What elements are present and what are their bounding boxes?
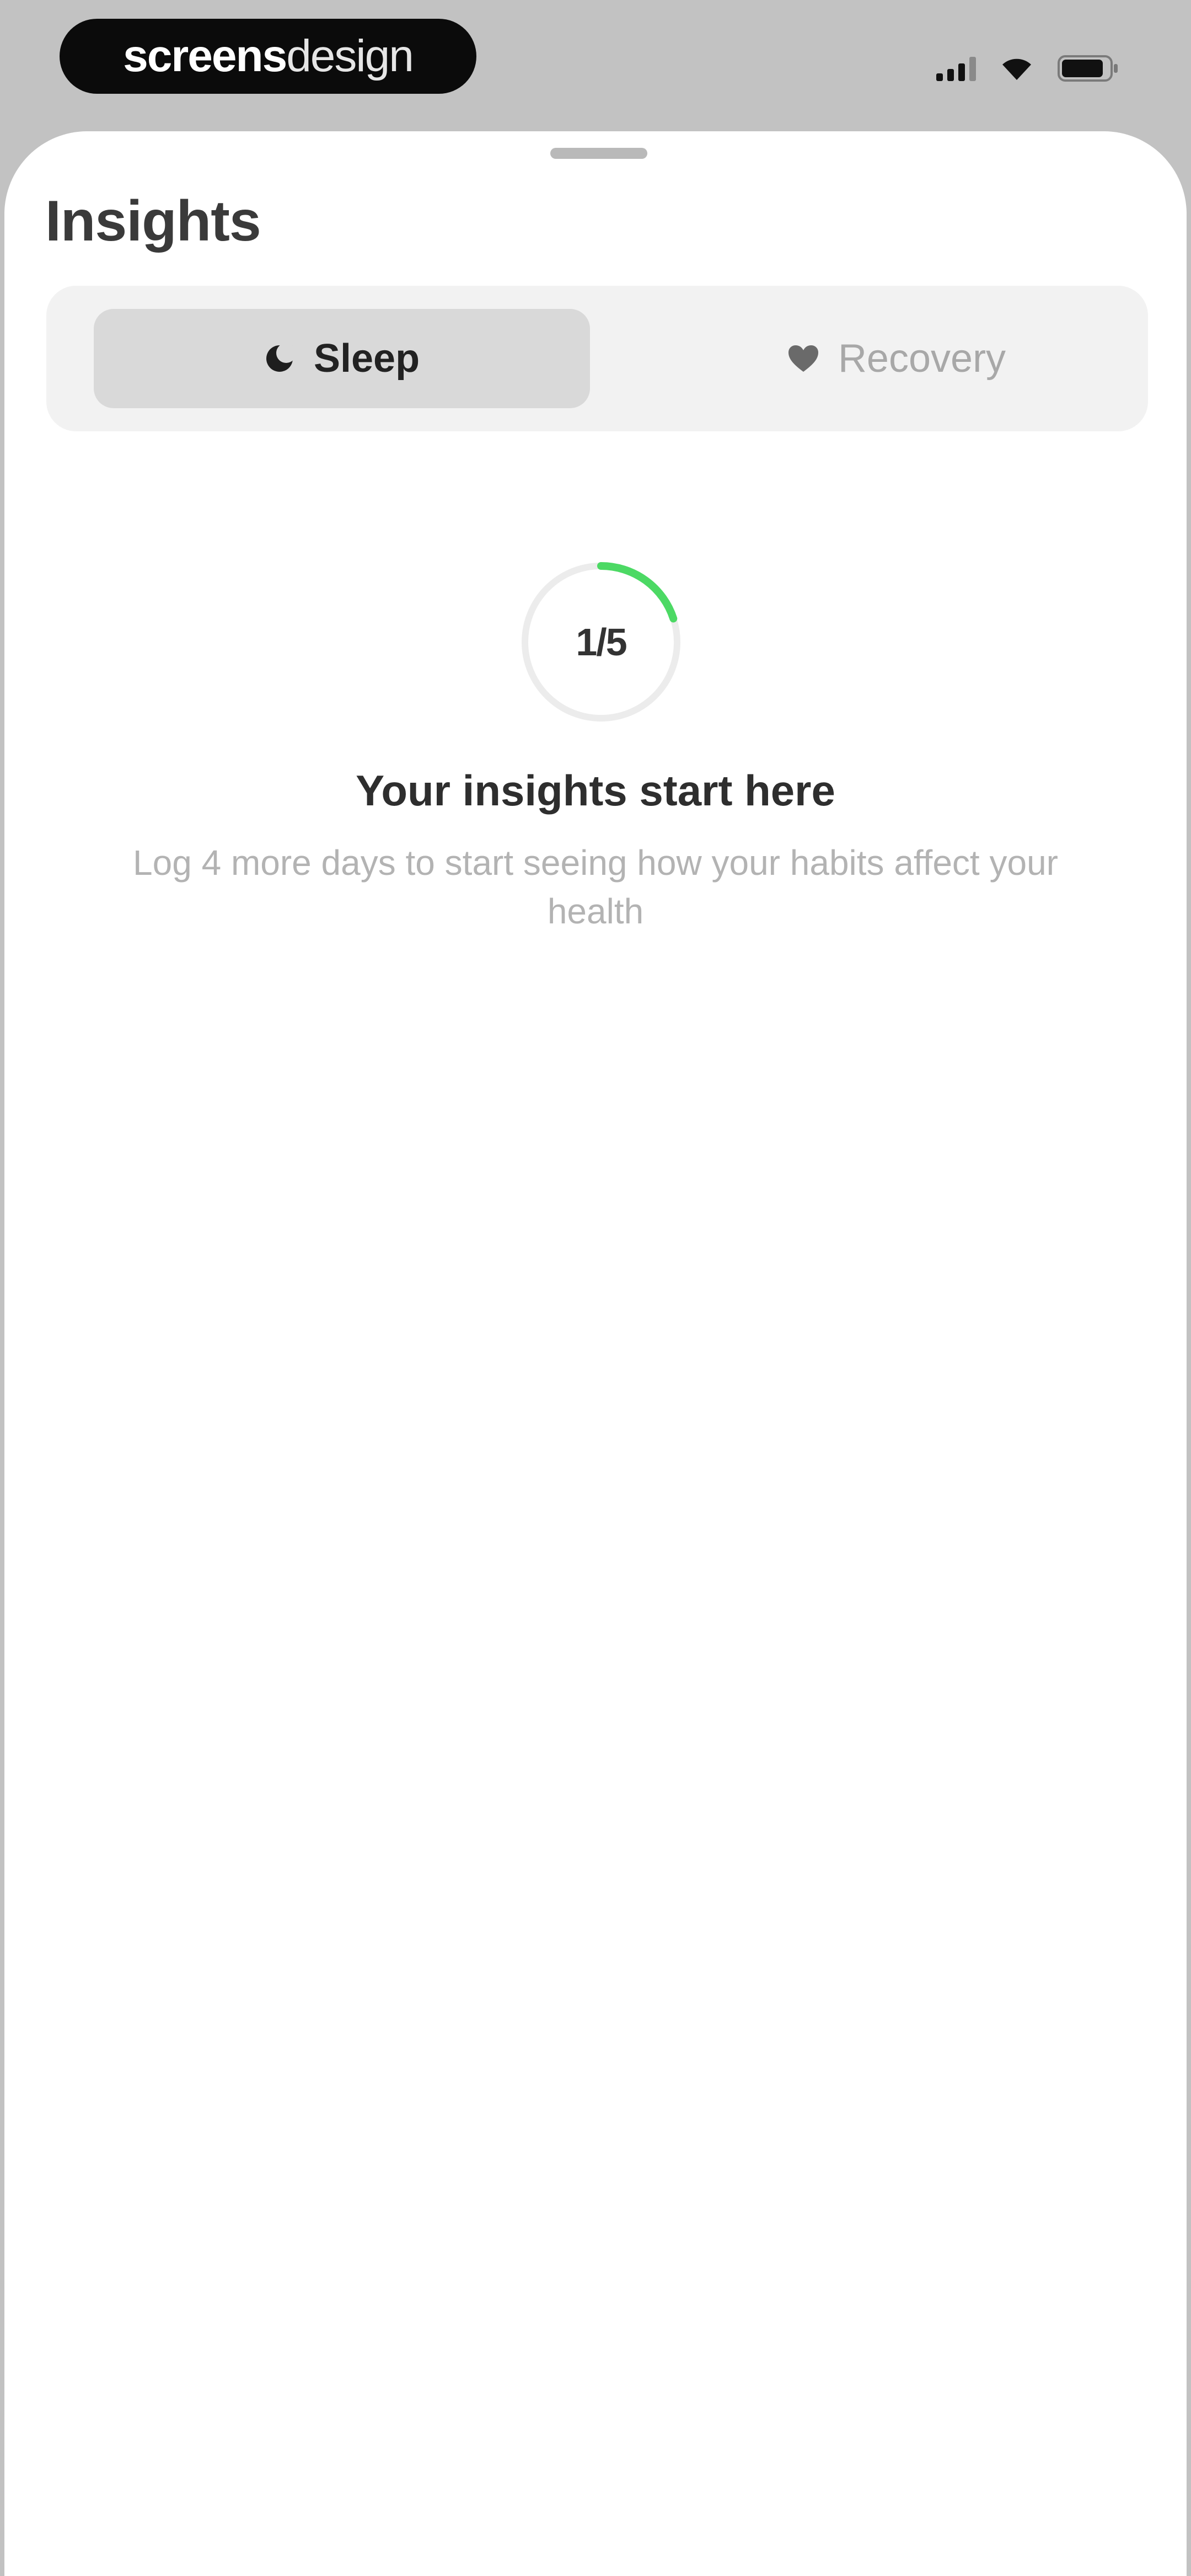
- signal-icon: [936, 56, 976, 81]
- heart-icon: [787, 344, 819, 373]
- moon-icon: [264, 343, 295, 374]
- battery-icon: [1058, 54, 1119, 83]
- tab-sleep[interactable]: Sleep: [94, 309, 590, 408]
- tab-sleep-label: Sleep: [313, 336, 420, 381]
- brand-logo-light: design: [286, 31, 414, 81]
- insights-progress-ring: 1/5: [515, 556, 687, 728]
- status-icons: [936, 51, 1119, 86]
- status-bar: screens design: [0, 0, 1191, 127]
- insights-sheet: Insights Sleep Recovery 1/5 Your insight…: [4, 131, 1187, 2576]
- page-title: Insights: [45, 189, 261, 253]
- wifi-icon: [1000, 56, 1033, 81]
- progress-label: 1/5: [576, 621, 627, 664]
- brand-logo: screens design: [60, 19, 476, 94]
- empty-state-title: Your insights start here: [356, 766, 835, 815]
- empty-state-subtitle: Log 4 more days to start seeing how your…: [133, 843, 1058, 931]
- insights-screen: screens design Insights Sleep Recovery 1…: [0, 0, 1191, 2576]
- sheet-grabber[interactable]: [550, 148, 647, 159]
- tab-recovery[interactable]: Recovery: [648, 309, 1145, 408]
- insights-segmented-control: Sleep Recovery: [46, 286, 1148, 431]
- tab-recovery-label: Recovery: [838, 336, 1006, 381]
- brand-logo-bold: screens: [123, 31, 287, 81]
